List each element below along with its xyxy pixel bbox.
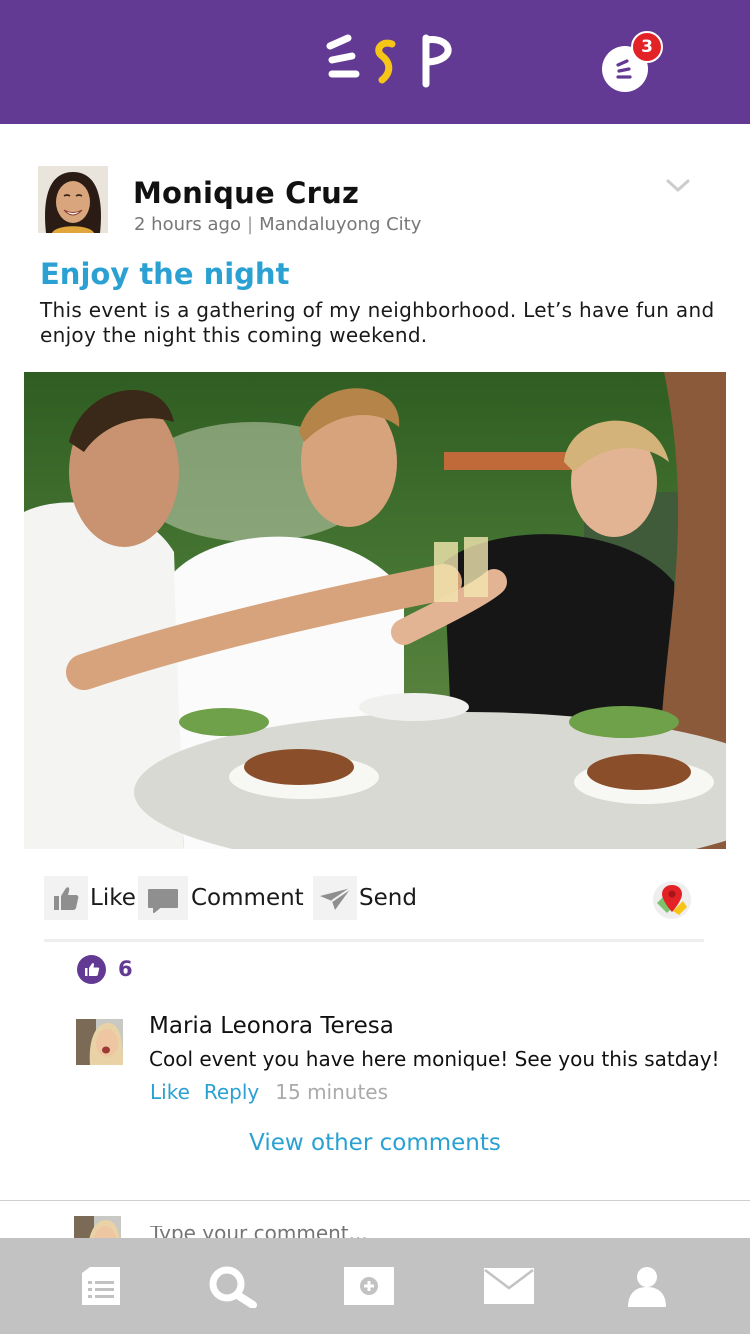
post-photo[interactable] (24, 372, 726, 849)
profile-icon (628, 1267, 666, 1307)
add-post-icon (344, 1267, 394, 1305)
actions-divider (44, 939, 704, 942)
comment-like-link[interactable]: Like (150, 1080, 190, 1104)
commenter-avatar[interactable] (76, 1019, 123, 1065)
send-label: Send (359, 885, 417, 911)
nav-create-post[interactable] (294, 1238, 444, 1334)
nav-messages[interactable] (434, 1238, 584, 1334)
notification-count-badge: 3 (631, 31, 663, 63)
search-icon (209, 1266, 257, 1308)
nav-feed[interactable] (26, 1238, 176, 1334)
post-actions: Like Comment Send (44, 876, 704, 924)
likes-count[interactable]: 6 (118, 957, 133, 981)
chevron-down-icon[interactable] (666, 176, 690, 196)
compose-divider (0, 1200, 750, 1201)
post-body: This event is a gathering of my neighbor… (40, 298, 715, 347)
map-pin-icon (657, 885, 687, 915)
comment-text: Cool event you have here monique! See yo… (149, 1047, 720, 1071)
post-time: 2 hours ago (134, 214, 241, 235)
like-button[interactable]: Like (44, 876, 136, 920)
paper-plane-icon (313, 876, 357, 920)
post-location[interactable]: Mandaluyong City (259, 214, 421, 235)
esp-notification-icon (616, 59, 632, 79)
bottom-navigation (0, 1238, 750, 1334)
esp-logo[interactable] (326, 30, 462, 92)
top-bar: 3 (0, 0, 750, 124)
likes-thumbs-up-icon[interactable] (77, 955, 106, 984)
post-meta: 2 hours ago | Mandaluyong City (134, 214, 421, 235)
speech-bubble-icon (138, 876, 188, 920)
comment-label: Comment (191, 885, 304, 911)
author-avatar[interactable] (38, 166, 108, 233)
nav-search[interactable] (158, 1238, 308, 1334)
comment-reply-link[interactable]: Reply (204, 1080, 259, 1104)
comment-time: 15 minutes (275, 1080, 389, 1104)
post-title: Enjoy the night (40, 257, 290, 291)
comment-actions: Like Reply 15 minutes (150, 1080, 388, 1104)
feed-icon (82, 1267, 120, 1305)
like-label: Like (90, 885, 136, 911)
nav-profile[interactable] (572, 1238, 722, 1334)
author-name[interactable]: Monique Cruz (133, 176, 359, 210)
commenter-name[interactable]: Maria Leonora Teresa (149, 1013, 394, 1039)
thumbs-up-icon (44, 876, 88, 920)
view-other-comments-link[interactable]: View other comments (0, 1130, 750, 1156)
comment-button[interactable]: Comment (138, 876, 304, 920)
map-location-button[interactable] (653, 881, 691, 919)
messages-icon (484, 1268, 534, 1304)
send-button[interactable]: Send (313, 876, 417, 920)
meta-separator: | (246, 214, 254, 235)
